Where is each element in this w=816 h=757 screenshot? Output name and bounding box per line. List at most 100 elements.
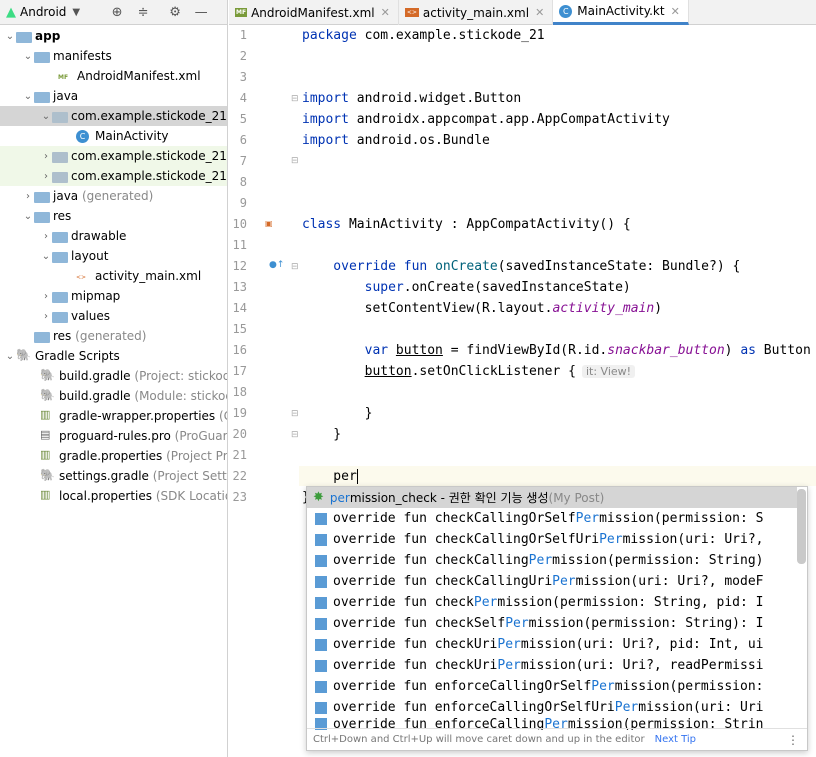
line-number: 19 (232, 406, 247, 420)
chevron-right-icon[interactable]: › (40, 311, 52, 322)
editor-tabs: MF AndroidManifest.xml ✕ <> activity_main.x… (229, 0, 816, 25)
chevron-down-icon[interactable]: ⌄ (22, 51, 34, 62)
override-gutter-icon[interactable]: ●↑ (269, 260, 284, 270)
file-icon: ▤ (40, 428, 51, 441)
tree-item-gradle-properties[interactable]: ▥gradle.properties (Project Prope (0, 446, 227, 466)
more-options-icon[interactable]: ⋮ (787, 733, 799, 747)
tree-item-package-android-test[interactable]: ›com.example.stickode_21 (a (0, 146, 227, 166)
tree-item-mipmap[interactable]: › mipmap (0, 286, 227, 306)
code-line: var button = findViewById(R.id.snackbar_… (302, 343, 811, 358)
completion-item[interactable]: override fun checkUri Per mission(uri: Uri… (307, 655, 797, 676)
method-icon (315, 638, 327, 651)
tree-item-gradle-scripts[interactable]: ⌄ 🐘 Gradle Scripts (0, 346, 227, 366)
tree-item-values[interactable]: › values (0, 306, 227, 326)
completion-item-live-template[interactable]: ✸ per mission_check - 권한 확인 기능 생성 (My Post) (307, 487, 797, 508)
tree-item-res[interactable]: ⌄ res (0, 206, 227, 226)
method-icon (315, 596, 327, 609)
chevron-down-icon[interactable]: ⌄ (22, 211, 34, 222)
completion-item[interactable]: override fun checkUri Per mission(uri: Uri… (307, 634, 797, 655)
tree-item-java-generated[interactable]: › java (generated) (0, 186, 227, 206)
tree-item-manifests[interactable]: ⌄ manifests (0, 46, 227, 66)
chevron-right-icon[interactable]: › (40, 291, 52, 302)
tree-item-activity-main[interactable]: <> activity_main.xml (0, 266, 227, 286)
live-template-icon: ✸ (313, 490, 324, 505)
completion-item[interactable]: override fun enforceCallingOrSelf Per miss… (307, 676, 797, 697)
chevron-down-icon[interactable]: ⌄ (40, 251, 52, 262)
locate-icon[interactable]: ⊕ (110, 5, 124, 20)
line-number: 7 (239, 154, 247, 168)
tree-item-res-generated[interactable]: res (generated) (0, 326, 227, 346)
chevron-down-icon[interactable]: ▼ (72, 7, 80, 18)
fold-icon[interactable]: ⊟ (291, 94, 299, 104)
folder-icon (34, 92, 50, 103)
tree-item-local-properties[interactable]: ▥local.properties (SDK Location) (0, 486, 227, 506)
chevron-down-icon[interactable]: ⌄ (40, 111, 52, 122)
next-tip-link[interactable]: Next Tip (655, 734, 696, 745)
chevron-down-icon[interactable]: ⌄ (4, 31, 16, 42)
run-gutter-icon[interactable]: ▣ (265, 219, 273, 228)
collapse-icon[interactable]: ≑ (136, 5, 150, 20)
tree-item-app[interactable]: ⌄ app (0, 26, 227, 46)
chevron-right-icon[interactable]: › (40, 151, 52, 162)
tree-item-gradle-wrapper[interactable]: ▥gradle-wrapper.properties (Grac (0, 406, 227, 426)
completion-item[interactable]: override fun checkCallingUri Per mission(u… (307, 571, 797, 592)
line-number: 22 (232, 469, 247, 483)
completion-item[interactable]: override fun checkCalling Per mission(perm… (307, 550, 797, 571)
view-selector[interactable]: Android (20, 5, 66, 19)
properties-icon: ▥ (40, 448, 51, 461)
tree-item-build-gradle-module[interactable]: 🐘build.gradle (Module: stickode_ (0, 386, 227, 406)
tree-item-mainactivity[interactable]: C MainActivity (0, 126, 227, 146)
hide-icon[interactable]: — (194, 5, 208, 20)
popup-scrollbar[interactable] (797, 489, 806, 564)
chevron-right-icon[interactable]: › (22, 191, 34, 202)
fold-icon[interactable]: ⊟ (291, 262, 299, 272)
manifest-icon: MF (235, 8, 248, 17)
chevron-down-icon[interactable]: ⌄ (22, 91, 34, 102)
completion-item[interactable]: override fun checkSelf Per mission(permiss… (307, 613, 797, 634)
tab-mainactivity[interactable]: C MainActivity.kt ✕ (553, 0, 689, 25)
line-number: 12 (232, 259, 247, 273)
tree-item-settings-gradle[interactable]: 🐘settings.gradle (Project Settings (0, 466, 227, 486)
android-icon: ▲ (6, 4, 16, 20)
fold-icon[interactable]: ⊟ (291, 430, 299, 440)
fold-icon[interactable]: ⊟ (291, 156, 299, 166)
chevron-right-icon[interactable]: › (40, 231, 52, 242)
tree-item-androidmanifest[interactable]: MF AndroidManifest.xml (0, 66, 227, 86)
method-icon (315, 701, 327, 714)
completion-item[interactable]: override fun check Per mission(permission:… (307, 592, 797, 613)
tree-item-package-test[interactable]: ›com.example.stickode_21 (t (0, 166, 227, 186)
tree-item-proguard[interactable]: ▤proguard-rules.pro (ProGuard R (0, 426, 227, 446)
code-line: button.setOnClickListener {it: View! (302, 362, 636, 383)
folder-icon (52, 292, 68, 303)
tree-item-build-gradle-project[interactable]: 🐘build.gradle (Project: stickode_2 (0, 366, 227, 386)
fold-icon[interactable]: ⊟ (291, 409, 299, 419)
method-icon (315, 617, 327, 630)
completion-item[interactable]: override fun enforceCallingOrSelfUri Per m… (307, 697, 797, 718)
folder-icon (34, 212, 50, 223)
completion-item[interactable]: override fun checkCallingOrSelfUri Per mis… (307, 529, 797, 550)
tab-activity-main[interactable]: <> activity_main.xml ✕ (399, 0, 554, 25)
gradle-icon: 🐘 (40, 368, 55, 382)
line-number: 15 (232, 322, 247, 336)
completion-item[interactable]: override fun checkCallingOrSelf Per missio… (307, 508, 797, 529)
code-line: class MainActivity : AppCompatActivity()… (302, 217, 631, 232)
line-number: 18 (232, 385, 247, 399)
line-number: 10 (232, 217, 247, 231)
chevron-down-icon[interactable]: ⌄ (4, 351, 16, 362)
code-line: import android.widget.Button (302, 91, 522, 106)
tree-item-drawable[interactable]: › drawable (0, 226, 227, 246)
close-icon[interactable]: ✕ (535, 6, 544, 19)
tree-item-java[interactable]: ⌄ java (0, 86, 227, 106)
tree-item-package-main[interactable]: ⌄ com.example.stickode_21 (0, 106, 227, 126)
gear-icon[interactable]: ⚙ (168, 5, 182, 20)
chevron-right-icon[interactable]: › (40, 171, 52, 182)
line-number: 1 (239, 28, 247, 42)
tab-android-manifest[interactable]: MF AndroidManifest.xml ✕ (229, 0, 399, 25)
line-number: 11 (232, 238, 247, 252)
close-icon[interactable]: ✕ (671, 5, 680, 18)
code-line: } (302, 406, 373, 421)
close-icon[interactable]: ✕ (381, 6, 390, 19)
inlay-hint: it: View! (581, 365, 636, 378)
line-number: 21 (232, 448, 247, 462)
tree-item-layout[interactable]: ⌄ layout (0, 246, 227, 266)
